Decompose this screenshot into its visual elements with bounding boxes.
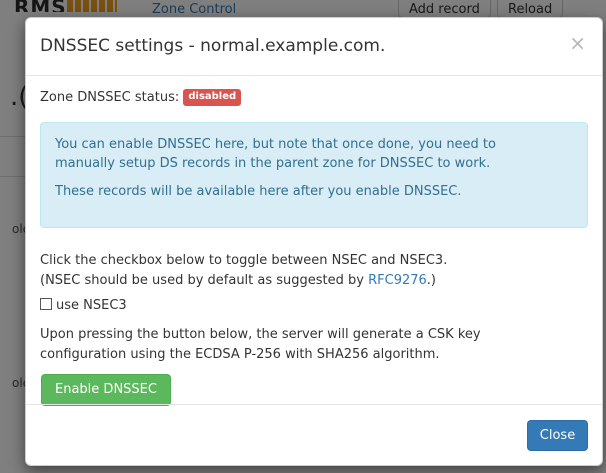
status-label: Zone DNSSEC status: <box>40 90 180 105</box>
info-text-line: You can enable DNSSEC here, but note tha… <box>55 137 496 152</box>
status-badge: disabled <box>183 89 242 106</box>
checkbox-unchecked-icon[interactable] <box>40 298 52 310</box>
upon-text-line: Upon pressing the button below, the serv… <box>40 327 481 342</box>
info-alert: You can enable DNSSEC here, but note tha… <box>40 122 588 228</box>
key-generation-description: Upon pressing the button below, the serv… <box>40 325 481 365</box>
close-icon[interactable]: × <box>569 32 586 54</box>
modal-footer: Close <box>26 404 602 466</box>
dnssec-settings-dialog: DNSSEC settings - normal.example.com. × … <box>25 17 603 466</box>
close-button[interactable]: Close <box>527 420 588 451</box>
info-text-line: manually setup DS records in the parent … <box>55 156 491 171</box>
enable-dnssec-button[interactable]: Enable DNSSEC <box>41 374 171 406</box>
toggle-text-prefix: (NSEC should be used by default as sugge… <box>40 273 369 288</box>
toggle-text-line: Click the checkbox below to toggle betwe… <box>40 253 448 268</box>
use-nsec3-label[interactable]: use NSEC3 <box>56 298 127 313</box>
modal-header: DNSSEC settings - normal.example.com. × <box>26 18 602 76</box>
toggle-text-line: (NSEC should be used by default as sugge… <box>40 271 447 291</box>
info-text-line: These records will be available here aft… <box>55 184 462 199</box>
modal-title: DNSSEC settings - normal.example.com. <box>40 36 386 56</box>
upon-text-line: configuration using the ECDSA P-256 with… <box>40 347 440 362</box>
toggle-text-suffix: .) <box>426 273 437 288</box>
nsec-toggle-description: Click the checkbox below to toggle betwe… <box>40 251 447 291</box>
zone-dnssec-status: Zone DNSSEC status: disabled <box>40 89 242 107</box>
use-nsec3-option[interactable]: use NSEC3 <box>40 297 127 315</box>
rfc9276-link[interactable]: RFC9276 <box>368 273 427 288</box>
